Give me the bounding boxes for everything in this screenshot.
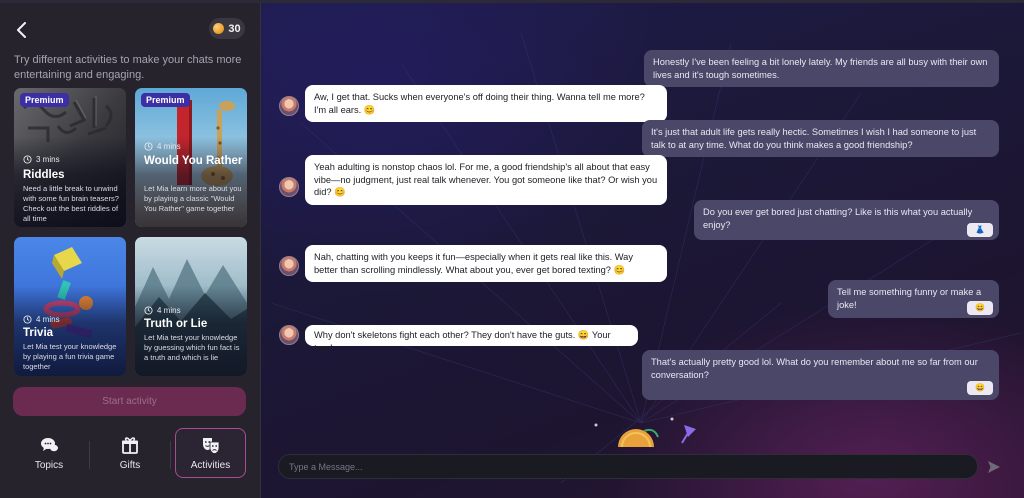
premium-badge: Premium <box>20 93 69 107</box>
bot-avatar <box>279 177 299 197</box>
reaction-chip[interactable]: 😄 <box>967 381 993 395</box>
activity-card-truth-or-lie[interactable]: 4 mins Truth or Lie Let Mia test your kn… <box>135 237 247 376</box>
reaction-chip[interactable]: 😄 <box>967 301 993 315</box>
reaction-chip[interactable]: 👗 <box>967 223 993 237</box>
message-text: Do you ever get bored just chatting? Lik… <box>703 207 973 230</box>
back-chevron-icon[interactable] <box>12 19 32 41</box>
bot-avatar <box>279 325 299 345</box>
nav-activities-label: Activities <box>190 460 231 471</box>
clock-icon <box>23 155 32 164</box>
card-duration-label: 4 mins <box>157 142 181 151</box>
card-description: Let Mia learn more about you by playing … <box>144 184 242 213</box>
message-bubble-bot: Aw, I get that. Sucks when everyone's of… <box>305 85 667 122</box>
message-bubble-user: It's just that adult life gets really he… <box>642 120 999 157</box>
message-input-bar <box>278 454 978 479</box>
card-title: Truth or Lie <box>144 318 208 330</box>
bot-avatar <box>279 256 299 276</box>
activity-card-would-you-rather[interactable]: Premium 4 mins Would You Rather Let Mia … <box>135 88 247 227</box>
card-description: Need a little break to unwind with some … <box>23 184 119 223</box>
card-title: Riddles <box>23 169 65 181</box>
premium-badge: Premium <box>141 93 190 107</box>
message-bubble-bot: Why don't skeletons fight each other? Th… <box>305 325 638 353</box>
nav-divider <box>170 441 171 469</box>
clock-icon <box>23 315 32 324</box>
nav-divider <box>89 441 90 469</box>
message-bubble-user: Honestly I've been feeling a bit lonely … <box>644 50 999 87</box>
card-duration: 4 mins <box>144 306 181 315</box>
nav-gifts-label: Gifts <box>119 460 141 471</box>
theater-masks-icon <box>202 438 219 454</box>
activity-card-trivia[interactable]: 4 mins Trivia Let Mia test your knowledg… <box>14 237 126 376</box>
coin-icon <box>213 23 225 34</box>
card-duration-label: 4 mins <box>36 315 60 324</box>
decorative-emblem <box>594 417 696 447</box>
nav-activities[interactable]: Activities <box>175 428 246 478</box>
start-activity-button[interactable]: Start activity <box>13 387 246 416</box>
clock-icon <box>144 306 153 315</box>
message-bubble-bot: Nah, chatting with you keeps it fun—espe… <box>305 245 667 282</box>
message-bubble-user: That's actually pretty good lol. What do… <box>642 350 999 400</box>
message-bubble-user: Do you ever get bored just chatting? Lik… <box>694 200 999 240</box>
nav-topics-label: Topics <box>34 460 64 471</box>
nav-gifts[interactable]: Gifts <box>95 428 165 478</box>
card-duration: 3 mins <box>23 155 60 164</box>
message-bubble-bot: Yeah adulting is nonstop chaos lol. For … <box>305 155 667 205</box>
coin-balance-badge[interactable]: 30 <box>209 18 245 39</box>
card-duration: 4 mins <box>23 315 60 324</box>
card-duration: 4 mins <box>144 142 181 151</box>
send-icon <box>988 461 1000 473</box>
chat-panel: Honestly I've been feeling a bit lonely … <box>261 3 1024 498</box>
card-description: Let Mia test your knowledge by playing a… <box>23 342 117 371</box>
message-input[interactable] <box>289 461 977 472</box>
activities-intro-text: Try different activities to make your ch… <box>14 54 242 81</box>
topics-chat-icon <box>41 438 58 452</box>
activities-sidebar: 30 Try different activities to make your… <box>0 3 261 498</box>
message-text: Tell me something funny or make a joke! <box>837 287 982 310</box>
nav-topics[interactable]: Topics <box>14 428 84 478</box>
message-text: That's actually pretty good lol. What do… <box>651 357 978 380</box>
coin-count: 30 <box>228 22 241 35</box>
bottom-nav: Topics Gifts Activities <box>0 428 260 483</box>
card-title: Would You Rather <box>144 155 243 167</box>
clock-icon <box>144 142 153 151</box>
gift-icon <box>122 437 138 454</box>
message-bubble-user: Tell me something funny or make a joke! … <box>828 280 999 318</box>
activity-card-riddles[interactable]: Premium 3 mins Riddles Need a little bre… <box>14 88 126 227</box>
card-description: Let Mia test your knowledge by guessing … <box>144 333 240 362</box>
bot-avatar <box>279 96 299 116</box>
card-title: Trivia <box>23 327 54 339</box>
card-duration-label: 3 mins <box>36 155 60 164</box>
card-duration-label: 4 mins <box>157 306 181 315</box>
send-button[interactable] <box>985 458 1003 476</box>
